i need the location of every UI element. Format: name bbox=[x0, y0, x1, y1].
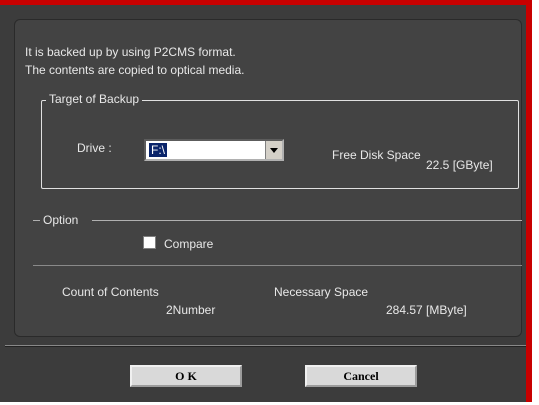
compare-label[interactable]: Compare bbox=[164, 237, 213, 251]
option-divider-left bbox=[33, 220, 40, 221]
drive-selected-value: F:\ bbox=[149, 143, 167, 157]
count-of-contents-value: 2Number bbox=[166, 303, 216, 317]
ok-button[interactable]: O K bbox=[130, 365, 242, 387]
count-of-contents-label: Count of Contents bbox=[62, 285, 159, 299]
drive-label: Drive : bbox=[77, 141, 112, 155]
free-disk-space-value: 22.5 [GByte] bbox=[426, 158, 493, 172]
backup-dialog: It is backed up by using P2CMS format. T… bbox=[0, 0, 532, 402]
intro-text-line1: It is backed up by using P2CMS format. bbox=[25, 45, 236, 59]
compare-checkbox[interactable] bbox=[143, 236, 156, 249]
cancel-button[interactable]: Cancel bbox=[305, 365, 417, 387]
option-divider-right bbox=[92, 220, 522, 221]
chevron-down-icon[interactable] bbox=[265, 141, 282, 159]
necessary-space-label: Necessary Space bbox=[274, 285, 369, 299]
free-disk-space-label: Free Disk Space bbox=[332, 148, 421, 162]
intro-text-line2: The contents are copied to optical media… bbox=[25, 63, 245, 77]
drive-select[interactable]: F:\ bbox=[144, 139, 284, 161]
footer-divider-shadow bbox=[5, 346, 526, 347]
option-legend: Option bbox=[43, 213, 79, 227]
backup-settings-panel: It is backed up by using P2CMS format. T… bbox=[14, 19, 522, 337]
necessary-space-value: 284.57 [MByte] bbox=[386, 303, 467, 317]
summary-divider bbox=[33, 265, 522, 266]
target-of-backup-legend: Target of Backup bbox=[46, 92, 143, 106]
target-of-backup-group: Target of Backup Drive : F:\ Free Disk S… bbox=[41, 92, 519, 189]
